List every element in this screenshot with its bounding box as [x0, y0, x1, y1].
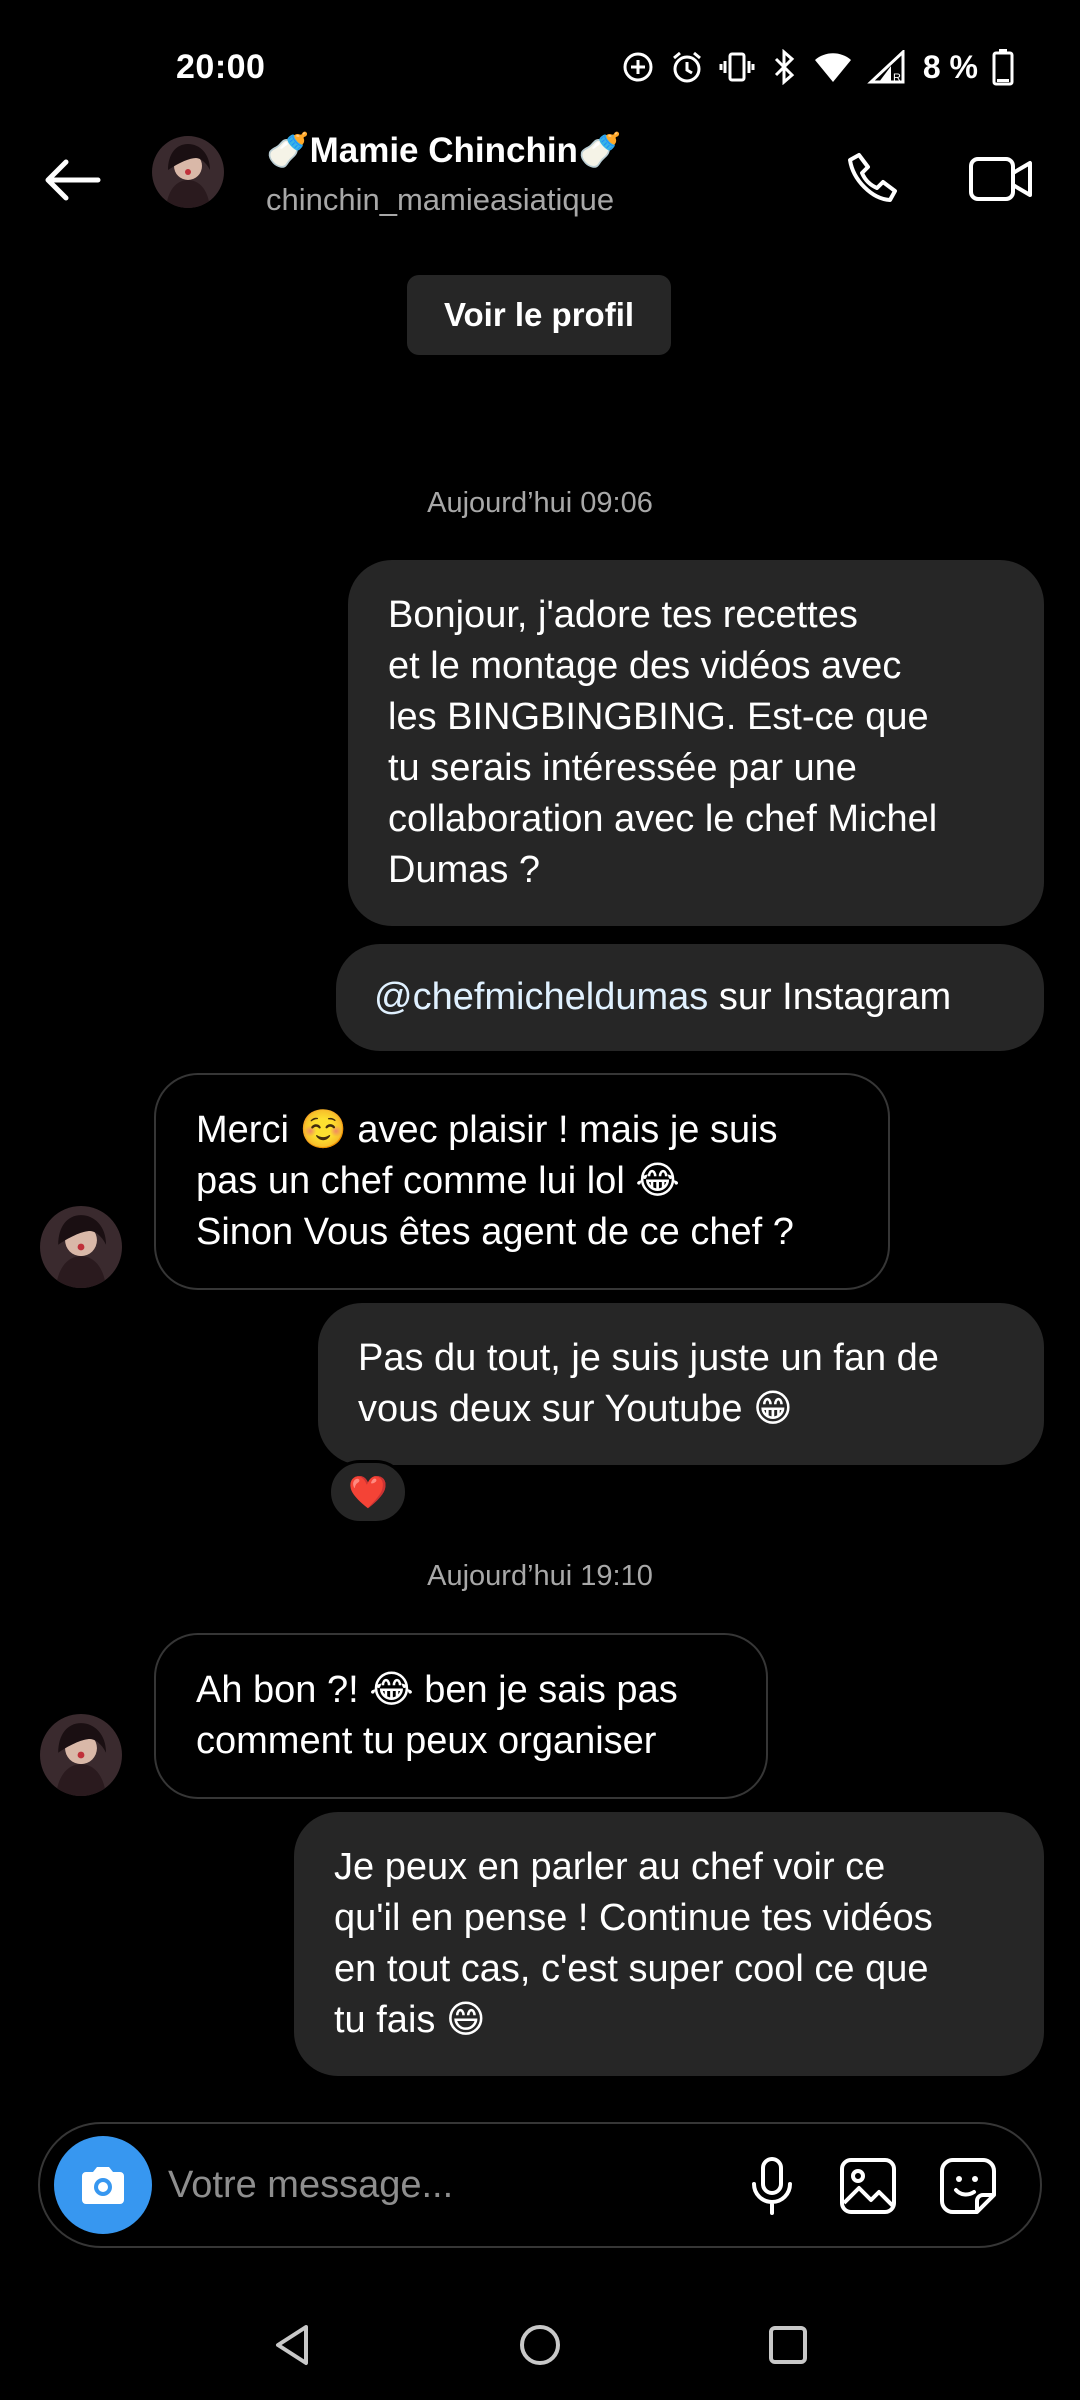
battery-low-icon: [992, 48, 1014, 86]
gallery-button[interactable]: [828, 2146, 908, 2226]
avatar[interactable]: [40, 1206, 122, 1288]
heart-icon: ❤️: [348, 1474, 388, 1510]
back-triangle-icon: [276, 2325, 308, 2365]
message-bubble-outgoing[interactable]: Pas du tout, je suis juste un fan de vou…: [318, 1303, 1044, 1465]
message-line: les BINGBINGBING. Est-ce que: [388, 696, 929, 738]
audio-call-button[interactable]: [836, 142, 910, 216]
message-line: Dumas ?: [388, 849, 541, 891]
message-line: tu serais intéressée par une: [388, 747, 857, 789]
system-navigation-bar: [0, 2290, 1080, 2400]
message-bubble-incoming[interactable]: Ah bon ?! 😂 ben je sais pas comment tu p…: [154, 1633, 768, 1799]
contact-name[interactable]: 🍼Mamie Chinchin🍼: [266, 130, 622, 171]
message-line: tu fais 😄: [334, 1999, 486, 2041]
timestamp: Aujourd’hui 19:10: [427, 1560, 653, 1592]
message-input[interactable]: [168, 2154, 708, 2216]
message-bubble-outgoing[interactable]: Bonjour, j'adore tes recettes et le mont…: [348, 560, 1044, 926]
message-line: en tout cas, c'est super cool ce que: [334, 1948, 929, 1990]
nav-home-button[interactable]: [500, 2310, 580, 2380]
conversation-header: 🍼Mamie Chinchin🍼 chinchin_mamieasiatique: [0, 120, 1080, 240]
message-line: Bonjour, j'adore tes recettes: [388, 594, 858, 636]
message-composer: [38, 2122, 1042, 2248]
sticker-icon: [940, 2158, 996, 2214]
phone-icon: [848, 153, 897, 202]
message-line: Ah bon ?! 😂 ben je sais pas: [196, 1669, 678, 1711]
message-bubble-outgoing[interactable]: Je peux en parler au chef voir ce qu'il …: [294, 1812, 1044, 2076]
avatar[interactable]: [152, 136, 224, 208]
message-line: comment tu peux organiser: [196, 1720, 657, 1762]
back-button[interactable]: [36, 150, 108, 210]
bluetooth-icon: [769, 49, 799, 85]
message-bubble-outgoing[interactable]: @chefmicheldumas sur Instagram: [336, 944, 1044, 1051]
nav-back-button[interactable]: [252, 2310, 332, 2380]
heart-reaction[interactable]: ❤️: [328, 1460, 408, 1524]
camera-icon: [82, 2167, 124, 2204]
microphone-icon: [752, 2157, 792, 2215]
message-line: pas un chef comme lui lol 😂: [196, 1160, 680, 1202]
message-line: Merci ☺️ avec plaisir ! mais je suis: [196, 1109, 778, 1151]
video-camera-icon: [969, 157, 1032, 201]
status-time: 20:00: [176, 48, 266, 86]
status-icons: R 8 %: [621, 48, 1014, 86]
message-text: sur Instagram: [708, 976, 952, 1018]
signal-roaming-icon: R: [867, 50, 905, 84]
image-icon: [840, 2158, 896, 2214]
message-line: vous deux sur Youtube 😁: [358, 1388, 793, 1430]
message-bubble-incoming[interactable]: Merci ☺️ avec plaisir ! mais je suis pas…: [154, 1073, 890, 1290]
wifi-icon: [813, 50, 853, 84]
timestamp: Aujourd’hui 09:06: [427, 487, 653, 519]
arrow-left-icon: [45, 159, 101, 201]
nav-recents-button[interactable]: [748, 2310, 828, 2380]
alarm-icon: [669, 49, 705, 85]
vibrate-icon: [719, 49, 755, 85]
camera-button[interactable]: [54, 2136, 152, 2234]
mention-link[interactable]: @chefmicheldumas: [374, 976, 708, 1018]
voice-message-button[interactable]: [732, 2146, 812, 2226]
svg-text:R: R: [893, 72, 901, 84]
message-line: Je peux en parler au chef voir ce: [334, 1846, 886, 1888]
sticker-button[interactable]: [928, 2146, 1008, 2226]
status-bar: 20:00 R 8 %: [0, 0, 1080, 120]
message-line: Sinon Vous êtes agent de ce chef ?: [196, 1211, 794, 1253]
message-line: collaboration avec le chef Michel: [388, 798, 938, 840]
battery-percentage: 8 %: [922, 48, 978, 85]
recents-square-icon: [769, 2326, 807, 2364]
avatar[interactable]: [40, 1714, 122, 1796]
data-saver-icon: [621, 50, 655, 84]
home-circle-icon: [520, 2325, 560, 2365]
video-call-button[interactable]: [960, 142, 1042, 216]
message-line: et le montage des vidéos avec: [388, 645, 902, 687]
message-line: qu'il en pense ! Continue tes vidéos: [334, 1897, 933, 1939]
contact-username[interactable]: chinchin_mamieasiatique: [266, 182, 614, 218]
view-profile-button[interactable]: Voir le profil: [407, 275, 671, 355]
message-line: Pas du tout, je suis juste un fan de: [358, 1337, 939, 1379]
